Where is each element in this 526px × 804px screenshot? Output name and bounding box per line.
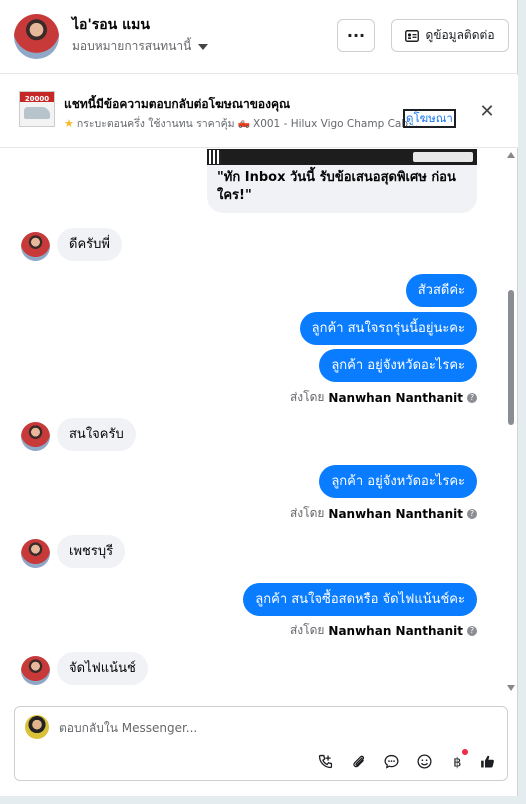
- outgoing-message[interactable]: ลูกค้า สนใจรถรุ่นนี้อยู่นะคะ: [299, 312, 477, 345]
- contact-avatar[interactable]: [14, 14, 59, 59]
- outgoing-message[interactable]: ลูกค้า สนใจซื้อสดหรือ จัดไฟแน้นช์คะ: [243, 583, 477, 616]
- emoji-icon[interactable]: [415, 752, 433, 770]
- sent-by-label: ส่งโดย Nanwhan Nanthanit ?: [290, 388, 477, 407]
- baht-icon[interactable]: ฿: [448, 749, 468, 770]
- ad-card-text: "ทัก Inbox วันนี้ รับข้อเสนอสุดพิเศษ ก่อ…: [217, 170, 456, 203]
- sent-by-name[interactable]: Nanwhan Nanthanit: [328, 391, 463, 405]
- sent-by-prefix: ส่งโดย: [289, 390, 325, 404]
- more-options-button[interactable]: ···: [337, 19, 375, 52]
- contact-name[interactable]: ไอ'รอน แมน: [72, 14, 150, 36]
- assign-conversation-dropdown[interactable]: มอบหมายการสนทนานี้: [72, 37, 209, 56]
- sent-by-label: ส่งโดย Nanwhan Nanthanit ?: [290, 504, 477, 523]
- incoming-message[interactable]: สนใจครับ: [57, 418, 136, 451]
- messenger-panel: ไอ'รอน แมน มอบหมายการสนทนานี้ ··· ดูข้อม…: [0, 0, 518, 796]
- info-icon[interactable]: ?: [467, 625, 477, 636]
- sent-by-name[interactable]: Nanwhan Nanthanit: [328, 624, 463, 638]
- ad-reply-banner: 20000 แชทนี้มีข้อความตอบกลับต่อโฆษณาของค…: [0, 75, 518, 148]
- pickup-truck-icon: 🛻: [237, 118, 250, 129]
- reply-input[interactable]: [59, 719, 479, 737]
- ad-message-card[interactable]: "ทัก Inbox วันนี้ รับข้อเสนอสุดพิเศษ ก่อ…: [207, 149, 477, 213]
- incoming-message[interactable]: จัดไฟแน้นช์: [57, 652, 148, 685]
- info-icon[interactable]: ?: [467, 508, 477, 519]
- view-ad-link[interactable]: ดูโฆษณา: [403, 109, 456, 128]
- message-composer: ฿: [14, 706, 508, 781]
- info-icon[interactable]: ?: [467, 392, 477, 403]
- ad-thumb-price: 20000: [24, 95, 50, 103]
- ad-meta: ★ กระบะตอนครึ่ง ใช้งานทน ราคาคุ้ม 🛻 X001…: [64, 115, 418, 132]
- outgoing-message[interactable]: ลูกค้า อยู่จังหวัดอะไรคะ: [319, 349, 477, 382]
- call-add-icon[interactable]: [316, 752, 334, 770]
- incoming-message[interactable]: ดีครับพี่: [57, 228, 122, 261]
- qr-code-icon: [209, 150, 221, 164]
- ad-card-image: [207, 149, 477, 165]
- dealer-logo: [413, 152, 473, 162]
- sender-avatar[interactable]: [21, 539, 50, 568]
- svg-text:฿: ฿: [453, 755, 461, 769]
- sender-avatar[interactable]: [21, 422, 50, 451]
- sent-by-name[interactable]: Nanwhan Nanthanit: [328, 507, 463, 521]
- star-icon: ★: [64, 117, 74, 130]
- caret-down-icon: [198, 43, 209, 50]
- thumbs-up-icon[interactable]: [478, 752, 496, 770]
- scrollbar-thumb[interactable]: [508, 290, 514, 425]
- sent-by-prefix: ส่งโดย: [289, 623, 325, 637]
- sender-avatar[interactable]: [21, 656, 50, 685]
- outgoing-message[interactable]: สัวสดีค่ะ: [405, 274, 477, 307]
- more-label: ···: [346, 26, 366, 45]
- message-list[interactable]: "ทัก Inbox วันนี้ รับข้อเสนอสุดพิเศษ ก่อ…: [0, 149, 518, 695]
- ad-thumbnail[interactable]: 20000: [19, 91, 55, 127]
- ad-meta-code: X001 - Hilux Vigo Champ Cab...: [253, 117, 419, 130]
- sender-avatar[interactable]: [21, 232, 50, 261]
- chat-bubble-icon[interactable]: [382, 752, 400, 770]
- view-contact-info-button[interactable]: ดูข้อมูลติดต่อ: [391, 19, 509, 52]
- attachment-icon[interactable]: [349, 752, 367, 770]
- scroll-down-arrow-icon[interactable]: [507, 685, 515, 691]
- assign-label: มอบหมายการสนทนานี้: [72, 39, 192, 53]
- close-icon[interactable]: ✕: [478, 103, 496, 121]
- ad-banner-title: แชทนี้มีข้อความตอบกลับต่อโฆษณาของคุณ: [64, 97, 291, 111]
- sent-by-label: ส่งโดย Nanwhan Nanthanit ?: [290, 621, 477, 640]
- ad-meta-text: กระบะตอนครึ่ง ใช้งานทน ราคาคุ้ม: [76, 118, 235, 130]
- conversation-header: ไอ'รอน แมน มอบหมายการสนทนานี้ ··· ดูข้อม…: [0, 0, 518, 74]
- scroll-up-arrow-icon[interactable]: [507, 152, 515, 158]
- sent-by-prefix: ส่งโดย: [289, 506, 325, 520]
- page-avatar: [25, 715, 49, 739]
- notification-dot: [462, 749, 468, 755]
- incoming-message[interactable]: เพชรบุรี: [57, 535, 126, 568]
- view-contact-label: ดูข้อมูลติดต่อ: [425, 28, 495, 42]
- contact-card-icon: [405, 29, 420, 42]
- outgoing-message[interactable]: ลูกค้า อยู่จังหวัดอะไรคะ: [319, 465, 477, 498]
